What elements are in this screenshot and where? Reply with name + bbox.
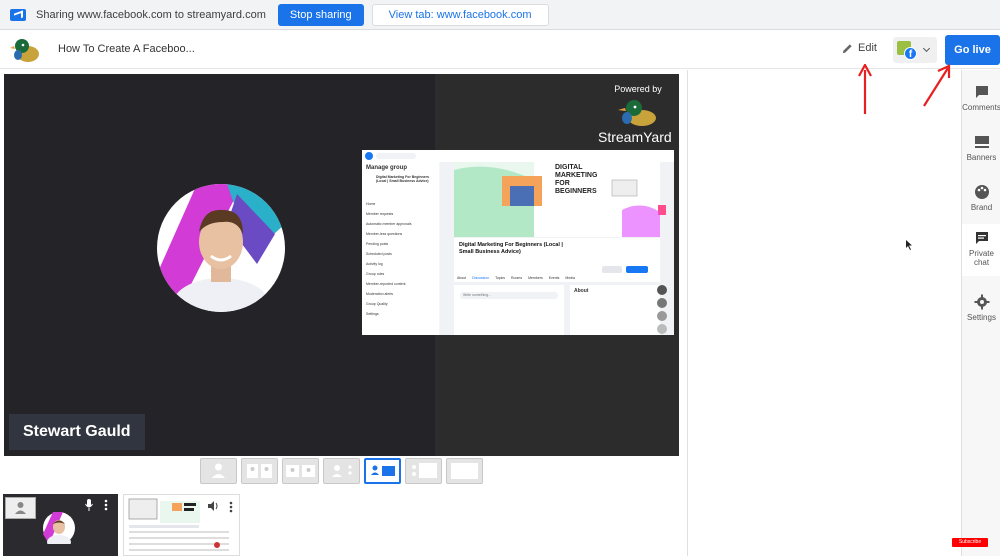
sidebar-item-comments[interactable]: Comments (962, 84, 1000, 112)
sidebar-item-label: Private chat (969, 249, 994, 267)
shared-screen-feed: Manage group Digital Marketing For Begin… (362, 150, 674, 335)
mouse-cursor-icon (906, 240, 912, 250)
stop-sharing-button[interactable]: Stop sharing (277, 3, 364, 26)
menu-item[interactable]: Automatic member approvals (366, 222, 438, 232)
youtube-subscribe-watermark: Subscribe (952, 538, 988, 547)
annotation-arrow-diagonal-icon (923, 64, 951, 107)
broadcast-title[interactable]: How To Create A Faceboo... (58, 43, 195, 55)
edit-label: Edit (858, 42, 877, 54)
screen-share-layout-icon (371, 465, 395, 476)
presenter-avatar (157, 184, 285, 312)
layout-solo-button[interactable] (200, 458, 237, 484)
facebook-icon: f (904, 47, 917, 60)
right-sidebar: Comments Banners Brand Private chat Sett… (961, 70, 1000, 556)
picture-in-picture-icon (412, 463, 437, 478)
sidebar-item-private-chat[interactable]: Private chat (962, 224, 1000, 276)
fullscreen-icon (451, 463, 478, 479)
screen-source-thumbnail[interactable] (123, 494, 240, 556)
sidebar-item-label: Banners (966, 153, 997, 162)
presenter-camera-feed (157, 184, 285, 312)
chat-icon (975, 232, 988, 244)
spotlight-icon (332, 465, 352, 477)
more-options-icon[interactable] (228, 500, 234, 514)
composer-input[interactable]: Write something... (463, 293, 491, 297)
layout-selector (200, 458, 483, 484)
streamyard-watermark-text: StreamYard (598, 129, 672, 145)
person-icon (15, 502, 26, 514)
sidebar-item-label: Brand (970, 203, 993, 212)
camera-source-thumbnail[interactable] (3, 494, 118, 556)
tab-item[interactable]: Topics (495, 276, 505, 280)
share-status-text: Sharing www.facebook.com to streamyard.c… (36, 8, 266, 21)
cover-banner-text: DIGITAL MARKETING FOR BEGINNERS (555, 164, 598, 195)
more-options-icon[interactable] (103, 498, 109, 512)
sidebar-item-brand[interactable]: Brand (962, 184, 1000, 212)
two-people-icon (247, 464, 272, 478)
tab-item[interactable]: Members (528, 276, 543, 280)
studio-header: How To Create A Faceboo... Edit f Go liv… (0, 31, 1000, 69)
view-tab-button[interactable]: View tab: www.facebook.com (371, 3, 549, 26)
menu-item[interactable]: Group rules (366, 272, 438, 282)
layout-spotlight-button[interactable] (323, 458, 360, 484)
layout-pip-button[interactable] (405, 458, 442, 484)
screen-share-icon (10, 8, 26, 21)
menu-item[interactable]: Moderation alerts (366, 292, 438, 302)
streamyard-logo-icon[interactable] (10, 36, 40, 64)
group-title: Digital Marketing For Beginners (Local |… (459, 242, 563, 255)
presenter-name-tag: Stewart Gauld (9, 414, 145, 450)
presenter-thumbnail-avatar (43, 512, 75, 544)
edit-button[interactable]: Edit (842, 42, 877, 54)
tab-item[interactable]: Events (549, 276, 560, 280)
streamyard-watermark-icon (618, 100, 656, 126)
annotation-arrow-up-icon (858, 64, 872, 114)
tab-item[interactable]: Discussion (472, 276, 489, 280)
manage-group-menu: Home Member requests Automatic member ap… (366, 202, 438, 322)
add-to-stage-button[interactable] (5, 497, 36, 519)
menu-item[interactable]: Member-reported content (366, 282, 438, 292)
sidebar-item-label: Comments (962, 103, 1000, 112)
menu-item[interactable]: Settings (366, 312, 438, 322)
person-icon (212, 463, 225, 478)
chevron-down-icon (922, 44, 931, 53)
layout-fullscreen-button[interactable] (446, 458, 483, 484)
menu-item[interactable]: Group Quality (366, 302, 438, 312)
group-icon (286, 465, 315, 477)
screen-thumbnail-preview (124, 495, 239, 555)
menu-item[interactable]: Member-less questions (366, 232, 438, 242)
go-live-button[interactable]: Go live (945, 35, 1000, 65)
comment-icon (975, 86, 988, 98)
banner-icon (974, 136, 989, 148)
layout-cropped-button[interactable] (241, 458, 278, 484)
tab-item[interactable]: About (457, 276, 466, 280)
menu-item[interactable]: Scheduled posts (366, 252, 438, 262)
panel-divider (687, 70, 688, 556)
broadcast-stage: Powered by StreamYard Manage group Digit… (4, 74, 679, 456)
speaker-icon[interactable] (207, 500, 219, 512)
about-heading: About (574, 288, 589, 294)
menu-item[interactable]: Home (366, 202, 438, 212)
manage-group-title: Manage group (366, 165, 408, 171)
menu-item[interactable]: Activity log (366, 262, 438, 272)
sidebar-item-banners[interactable]: Banners (962, 134, 1000, 162)
microphone-icon[interactable] (84, 498, 94, 512)
gear-icon (974, 294, 989, 310)
sidebar-item-label: Settings (967, 313, 996, 322)
layout-group-button[interactable] (282, 458, 319, 484)
tab-item[interactable]: Rooms (511, 276, 522, 280)
menu-item[interactable]: Pending posts (366, 242, 438, 252)
sidebar-group-name: Digital Marketing For Beginners (Local |… (376, 175, 429, 183)
screen-share-bar: Sharing www.facebook.com to streamyard.c… (0, 0, 1000, 30)
pencil-icon (842, 43, 852, 53)
menu-item[interactable]: Member requests (366, 212, 438, 222)
powered-by-label: Powered by (614, 84, 662, 94)
layout-screen-share-button[interactable] (364, 458, 401, 484)
group-tabs: About Discussion Topics Rooms Members Ev… (457, 276, 575, 280)
destinations-button[interactable]: f (893, 37, 937, 63)
palette-icon (974, 185, 989, 199)
tab-item[interactable]: Media (565, 276, 575, 280)
sidebar-item-settings[interactable]: Settings (962, 294, 1000, 322)
